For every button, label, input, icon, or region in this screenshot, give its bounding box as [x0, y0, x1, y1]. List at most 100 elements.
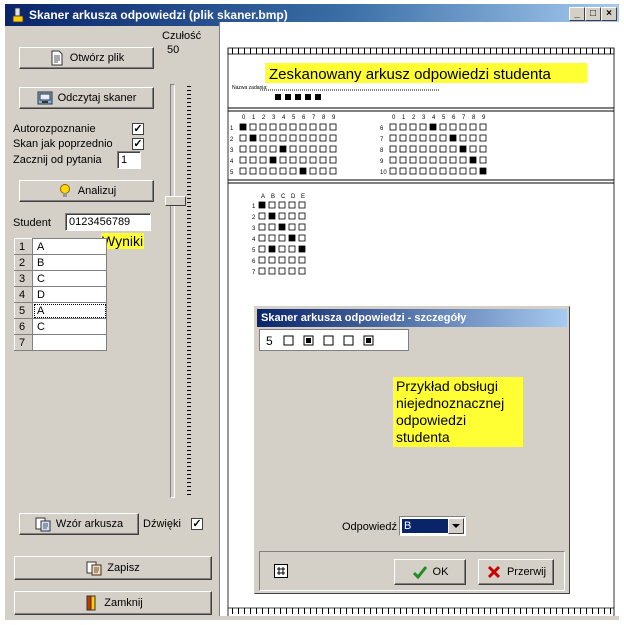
answer-bubble [258, 223, 266, 231]
digit-bubble [289, 123, 297, 131]
scanner-icon [37, 91, 53, 105]
answer-bubble [288, 245, 296, 253]
table-row: 3C [14, 270, 107, 287]
row-number: 1 [14, 238, 33, 255]
table-row: 4D [14, 286, 107, 303]
student-id-input[interactable]: 0123456789 [65, 213, 151, 231]
answer-bubble [278, 256, 286, 264]
digit-bubble [299, 123, 307, 131]
document-icon [51, 50, 63, 66]
digit-bubble [399, 123, 407, 131]
answer-bubble [268, 234, 276, 242]
maximize-button[interactable]: □ [585, 7, 601, 21]
close-button[interactable]: Zamknij [14, 591, 212, 615]
digit-bubble [429, 123, 437, 131]
answer-bubble [278, 212, 286, 220]
read-scanner-button[interactable]: Odczytaj skaner [19, 87, 154, 109]
ok-label: OK [432, 566, 449, 578]
digit-bubble [449, 156, 457, 164]
digit-bubble [459, 167, 467, 175]
digit-bubble [439, 134, 447, 142]
template-icon [35, 517, 51, 532]
row-number: 5 [14, 302, 33, 319]
answer-bubble [298, 201, 306, 209]
sensitivity-label: Czułość [162, 30, 202, 42]
ok-button[interactable]: OK [394, 559, 466, 585]
cancel-button[interactable]: Przerwij [478, 559, 554, 585]
timing-marks-top [228, 48, 614, 54]
digit-bubble [329, 123, 337, 131]
digit-bubble [459, 156, 467, 164]
digit-header: 6 [302, 115, 306, 121]
digit-bubble [319, 156, 327, 164]
letter-header: B [271, 194, 275, 200]
table-row: 7 [14, 334, 107, 351]
answer-cell[interactable]: C [32, 318, 107, 335]
row-label: 4 [230, 159, 234, 165]
autorecognition-label: Autorozpoznanie [13, 123, 96, 135]
sounds-checkbox[interactable]: ✓ [191, 518, 203, 530]
answer-bubble [298, 267, 306, 275]
digit-header: 7 [462, 115, 466, 121]
answer-cell[interactable]: C [32, 270, 107, 287]
answer-cell[interactable]: D [32, 286, 107, 303]
minimize-button[interactable]: _ [569, 7, 585, 21]
digit-bubble [469, 145, 477, 153]
digit-bubble [429, 156, 437, 164]
answer-cell[interactable]: B [32, 254, 107, 271]
answer-preview: 5 [259, 329, 409, 351]
digit-bubble [299, 145, 307, 153]
digit-bubble [399, 145, 407, 153]
scan-as-before-checkbox[interactable]: ✓ [132, 138, 144, 150]
digit-bubble [299, 167, 307, 175]
read-scanner-label: Odczytaj skaner [57, 92, 137, 104]
digit-bubble [279, 156, 287, 164]
row-label: 6 [380, 126, 384, 132]
start-question-input[interactable]: 1 [117, 151, 141, 169]
answer-select[interactable]: B [399, 516, 466, 536]
close-window-button[interactable]: × [601, 7, 617, 21]
results-table[interactable]: 1A 2B 3C 4D 5A 6C 7 [14, 238, 107, 351]
digit-bubble [409, 134, 417, 142]
answer-bubble [258, 245, 266, 253]
digit-bubble [439, 123, 447, 131]
answer-cell[interactable]: A [32, 238, 107, 255]
question-number: 5 [266, 334, 273, 348]
digit-bubble [389, 156, 397, 164]
template-label: Wzór arkusza [55, 518, 124, 530]
save-button[interactable]: Zapisz [14, 556, 212, 580]
answer-cell[interactable] [32, 334, 107, 351]
sensitivity-slider-track[interactable] [170, 84, 175, 498]
sheet-caption: Zeskanowany arkusz odpowiedzi studenta [269, 66, 551, 83]
student-id-grid: 0 1 2 3 4 5 6 7 8 9123450 1 2 3 4 5 6 7 8 9678910 [230, 115, 487, 176]
answer-bubble [268, 223, 276, 231]
hash-icon[interactable] [274, 564, 288, 578]
analyze-button[interactable]: Analizuj [19, 180, 154, 202]
answer-bubble [298, 234, 306, 242]
question-label: 5 [252, 248, 256, 254]
open-file-button[interactable]: Otwórz plik [19, 47, 154, 69]
sensitivity-slider-thumb[interactable] [165, 196, 186, 206]
checkmark-icon [412, 566, 427, 580]
digit-bubble [449, 134, 457, 142]
digit-bubble [459, 145, 467, 153]
digit-bubble [309, 123, 317, 131]
digit-bubble [419, 156, 427, 164]
answer-bubble [298, 245, 306, 253]
answer-bubble [268, 212, 276, 220]
chevron-down-icon[interactable] [448, 518, 464, 534]
answer-cell[interactable]: A [32, 302, 107, 319]
digit-header: 5 [292, 115, 296, 121]
dialog-note: Przykład obsługi niejednoznacznej odpowi… [393, 377, 523, 447]
digit-header: 2 [412, 115, 416, 121]
student-label: Student [13, 217, 51, 229]
answer-select-value: B [402, 519, 448, 533]
autorecognition-checkbox[interactable]: ✓ [132, 123, 144, 135]
digit-bubble [239, 123, 247, 131]
digit-bubble [479, 167, 487, 175]
template-button[interactable]: Wzór arkusza [19, 513, 139, 535]
table-row: 6C [14, 318, 107, 335]
answer-bubble [278, 234, 286, 242]
answer-bubble [298, 223, 306, 231]
digit-header: 5 [442, 115, 446, 121]
